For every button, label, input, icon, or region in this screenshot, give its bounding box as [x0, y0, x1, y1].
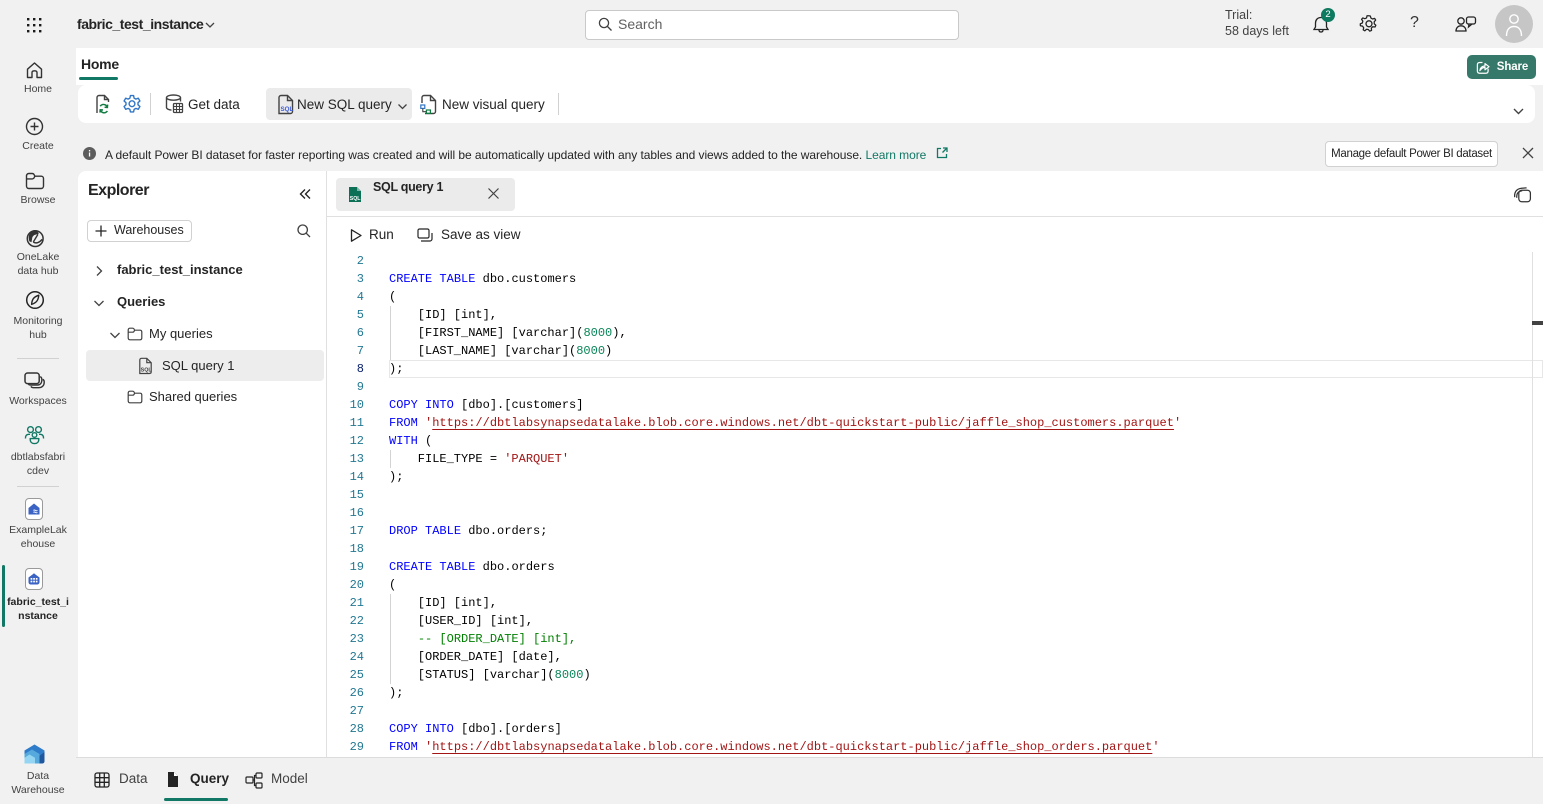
svg-text:SQL: SQL	[350, 196, 361, 202]
svg-text:SQL: SQL	[281, 106, 294, 113]
svg-text:SQL: SQL	[141, 367, 153, 373]
